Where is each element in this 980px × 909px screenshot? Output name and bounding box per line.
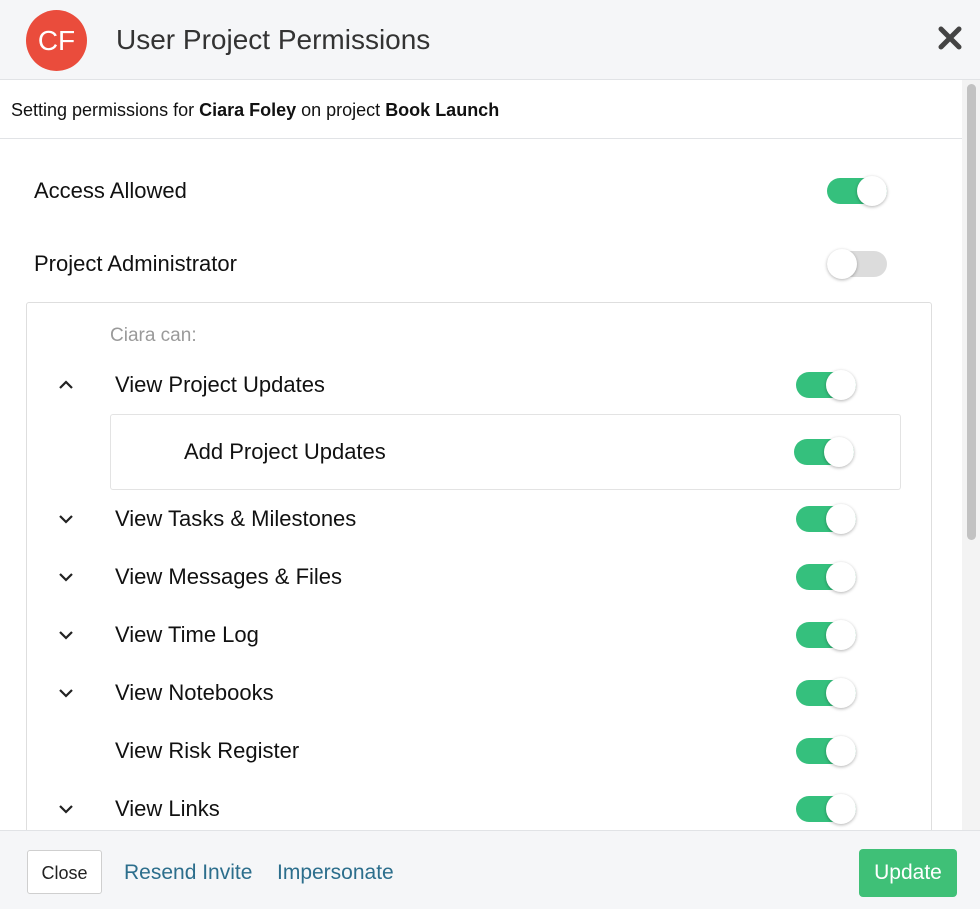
toggle-view-risk-register[interactable] <box>796 736 856 766</box>
avatar: CF <box>26 10 87 71</box>
toggle-view-tasks-milestones[interactable] <box>796 504 856 534</box>
project-administrator-label: Project Administrator <box>34 251 237 276</box>
subtitle-middle: on project <box>296 100 386 120</box>
access-allowed-toggle[interactable] <box>827 176 887 206</box>
permission-label-view-messages-files: View Messages & Files <box>115 564 343 589</box>
project-name: Book Launch <box>385 100 500 120</box>
project-administrator-toggle[interactable] <box>827 249 887 279</box>
subtitle-bar: Setting permissions for Ciara Foley on p… <box>0 80 962 139</box>
scrollbar-thumb[interactable] <box>967 84 976 540</box>
update-button[interactable]: Update <box>859 849 957 897</box>
access-allowed-label: Access Allowed <box>34 178 187 203</box>
close-button[interactable]: Close <box>27 850 102 894</box>
modal-header: CF User Project Permissions <box>0 0 980 80</box>
chevron-down-icon[interactable] <box>56 512 76 526</box>
chevron-down-icon[interactable] <box>56 570 76 584</box>
user-name: Ciara Foley <box>199 100 297 120</box>
toggle-view-time-log[interactable] <box>796 620 856 650</box>
toggle-view-messages-files[interactable] <box>796 562 856 592</box>
toggle-view-project-updates[interactable] <box>796 370 856 400</box>
permission-label-view-time-log: View Time Log <box>115 622 259 647</box>
page-title: User Project Permissions <box>116 24 431 55</box>
permission-label-view-risk-register: View Risk Register <box>115 738 300 763</box>
permissions-context: Setting permissions for Ciara Foley on p… <box>11 99 499 121</box>
permission-label-view-project-updates: View Project Updates <box>115 372 325 397</box>
chevron-down-icon[interactable] <box>56 802 76 816</box>
impersonate-link[interactable]: Impersonate <box>277 860 394 886</box>
chevron-down-icon[interactable] <box>56 686 76 700</box>
resend-invite-link[interactable]: Resend Invite <box>124 860 252 886</box>
close-icon[interactable] <box>932 20 968 56</box>
chevron-down-icon[interactable] <box>56 628 76 642</box>
toggle-add-project-updates[interactable] <box>794 437 854 467</box>
permissions-heading: Ciara can: <box>110 325 197 346</box>
subtitle-prefix: Setting permissions for <box>11 100 200 120</box>
permission-label-view-notebooks: View Notebooks <box>115 680 274 705</box>
toggle-view-links[interactable] <box>796 794 856 824</box>
permission-label-add-project-updates: Add Project Updates <box>184 439 386 464</box>
toggle-view-notebooks[interactable] <box>796 678 856 708</box>
permission-label-view-links: View Links <box>115 796 220 821</box>
chevron-up-icon[interactable] <box>56 378 76 392</box>
permission-label-view-tasks-milestones: View Tasks & Milestones <box>115 506 357 531</box>
